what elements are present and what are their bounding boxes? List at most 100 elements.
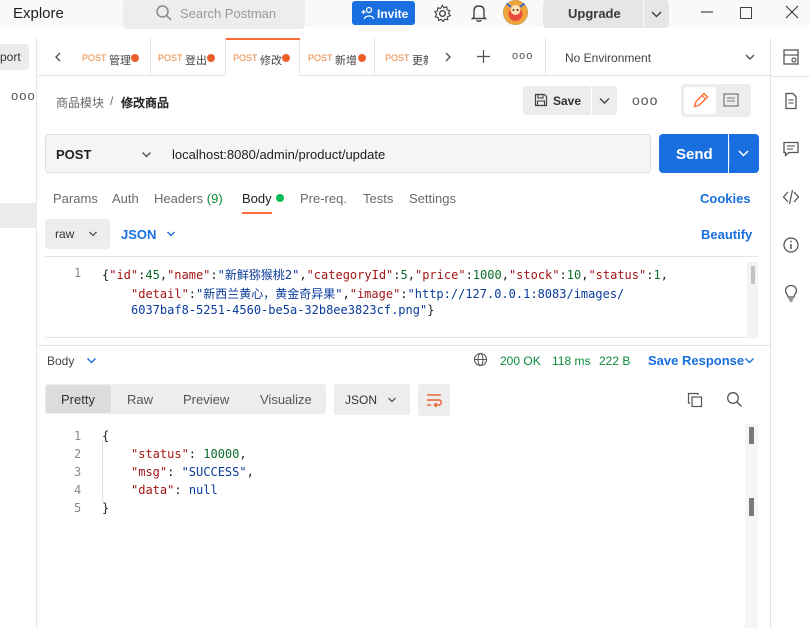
tab-settings[interactable]: Settings bbox=[409, 191, 456, 206]
json-string: "SUCCESS" bbox=[181, 465, 247, 479]
line-number: 1 bbox=[74, 429, 82, 443]
chevron-down-icon[interactable] bbox=[86, 355, 97, 366]
left-sidebar bbox=[0, 38, 37, 628]
breadcrumb-parent[interactable]: 商品模块 bbox=[56, 94, 104, 111]
code-icon[interactable] bbox=[782, 188, 800, 206]
tab-3-active[interactable]: POST 修改 bbox=[226, 38, 300, 76]
line-number: 4 bbox=[74, 483, 82, 497]
response-time[interactable]: 118 ms bbox=[552, 354, 590, 368]
pencil-icon bbox=[693, 92, 709, 108]
colon: : bbox=[188, 447, 204, 461]
tab-auth[interactable]: Auth bbox=[112, 191, 139, 206]
info-icon[interactable] bbox=[782, 236, 800, 254]
request-more-icon[interactable]: ooo bbox=[632, 92, 658, 108]
json-key: "status" bbox=[131, 447, 189, 461]
environment-quick-look-icon[interactable] bbox=[782, 48, 800, 66]
comma: , bbox=[239, 447, 247, 461]
json-string: 6037baf8-5251-4560-be5a-32b8ee3823cf.png… bbox=[131, 303, 428, 317]
chevron-down-icon bbox=[651, 11, 662, 18]
json-key: "price" bbox=[414, 268, 466, 282]
minimize-icon[interactable] bbox=[700, 5, 714, 19]
json-number: 45 bbox=[145, 268, 160, 282]
tab-2[interactable]: POST 登出 bbox=[151, 38, 226, 76]
beautify-link[interactable]: Beautify bbox=[701, 227, 752, 242]
tab-body[interactable]: Body bbox=[242, 191, 272, 206]
colon: : bbox=[167, 465, 182, 479]
view-tab-raw[interactable]: Raw bbox=[127, 392, 153, 407]
bell-icon[interactable] bbox=[470, 3, 488, 23]
comma: , bbox=[299, 268, 307, 282]
wrap-lines-button[interactable] bbox=[418, 384, 450, 416]
tab-params[interactable]: Params bbox=[53, 191, 98, 206]
chevron-down-icon[interactable] bbox=[744, 51, 756, 63]
chevron-left-icon[interactable] bbox=[52, 51, 64, 63]
response-line-5: } bbox=[102, 501, 109, 515]
sidebar-more-icon[interactable]: ooo bbox=[11, 88, 36, 103]
comma: , bbox=[660, 268, 668, 282]
upgrade-dropdown[interactable] bbox=[644, 0, 669, 28]
tab-method: POST bbox=[233, 53, 258, 63]
response-line-1: { bbox=[102, 429, 109, 443]
brace: } bbox=[102, 501, 110, 515]
scrollbar-marker bbox=[749, 427, 754, 444]
headers-count: (9) bbox=[206, 191, 223, 206]
search-icon[interactable] bbox=[726, 391, 743, 408]
documentation-icon[interactable] bbox=[782, 92, 800, 110]
json-string: "新鲜猕猴桃2" bbox=[217, 268, 300, 282]
maximize-icon[interactable] bbox=[740, 7, 752, 19]
documentation-mode-icon[interactable] bbox=[723, 93, 739, 107]
tab-headers[interactable]: Headers (9) bbox=[154, 191, 223, 206]
unsaved-dot bbox=[207, 54, 215, 62]
save-response-button[interactable]: Save Response bbox=[648, 353, 744, 368]
lightbulb-icon[interactable] bbox=[782, 284, 800, 302]
body-language-select[interactable]: JSON bbox=[121, 227, 156, 242]
tabs-more-icon[interactable]: ooo bbox=[512, 50, 533, 62]
save-label: Save bbox=[553, 94, 582, 108]
editor-scrollbar-thumb[interactable] bbox=[751, 266, 755, 284]
sidebar-selected-item[interactable] bbox=[0, 203, 37, 228]
plus-icon[interactable] bbox=[476, 49, 491, 64]
send-dropdown[interactable] bbox=[729, 134, 759, 173]
scrollbar-marker bbox=[749, 498, 754, 516]
response-format-label: JSON bbox=[345, 393, 378, 407]
globe-icon[interactable] bbox=[473, 352, 488, 367]
edit-mode-button[interactable] bbox=[684, 87, 716, 114]
tab-name: 管理 bbox=[109, 55, 131, 67]
cookies-link[interactable]: Cookies bbox=[700, 191, 751, 206]
response-size[interactable]: 222 B bbox=[599, 354, 630, 368]
tab-1[interactable]: POST 管理 bbox=[75, 38, 151, 76]
save-icon bbox=[534, 93, 548, 107]
comma: , bbox=[246, 465, 254, 479]
response-body-select[interactable]: Body bbox=[47, 354, 74, 368]
environment-select[interactable]: No Environment bbox=[565, 51, 651, 65]
line-number: 1 bbox=[74, 266, 82, 280]
copy-icon[interactable] bbox=[687, 392, 703, 408]
json-number: 5 bbox=[400, 268, 408, 282]
chevron-down-icon[interactable] bbox=[166, 229, 176, 239]
chevron-right-icon[interactable] bbox=[442, 51, 454, 63]
response-scrollbar[interactable] bbox=[745, 424, 758, 628]
tab-name: 更新 bbox=[412, 55, 428, 67]
body-mode-label: raw bbox=[55, 227, 75, 241]
close-icon[interactable] bbox=[785, 5, 799, 19]
response-status[interactable]: 200 OK bbox=[500, 354, 541, 368]
page-title[interactable]: 修改商品 bbox=[121, 94, 169, 111]
view-tab-visualize[interactable]: Visualize bbox=[260, 392, 312, 407]
tab-prerequest[interactable]: Pre-req. bbox=[300, 191, 347, 206]
json-string: "http://127.0.0.1:8083/images/ bbox=[407, 287, 625, 301]
view-tab-preview[interactable]: Preview bbox=[183, 392, 229, 407]
breadcrumb-separator: / bbox=[110, 94, 114, 108]
tab-tests[interactable]: Tests bbox=[363, 191, 393, 206]
chevron-down-icon[interactable] bbox=[744, 355, 755, 366]
comments-icon[interactable] bbox=[782, 140, 800, 158]
tab-4[interactable]: POST 新增 bbox=[300, 38, 375, 76]
avatar[interactable] bbox=[503, 0, 528, 25]
explore-link[interactable]: Explore bbox=[13, 5, 64, 22]
json-number: 1000 bbox=[472, 268, 502, 282]
save-dropdown[interactable] bbox=[592, 86, 617, 115]
send-label: Send bbox=[676, 146, 713, 163]
tab-5[interactable]: POST 更新 bbox=[375, 38, 430, 76]
gear-icon[interactable] bbox=[433, 4, 452, 23]
colon: : bbox=[559, 268, 567, 282]
divider bbox=[37, 345, 770, 346]
